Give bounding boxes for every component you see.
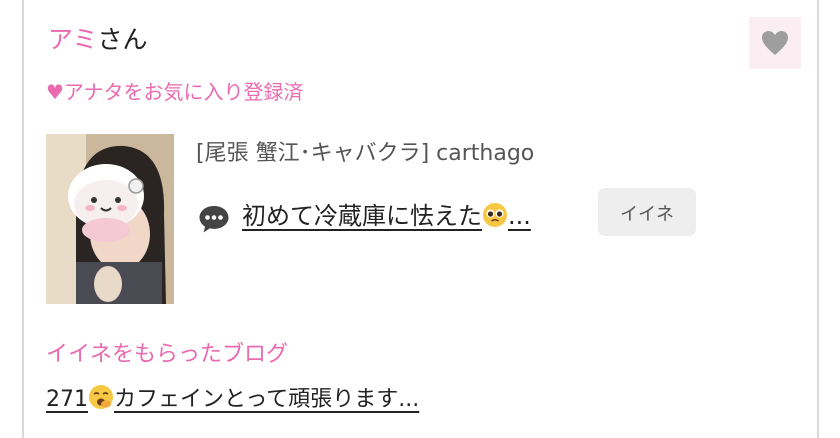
profile-photo[interactable] bbox=[46, 134, 174, 304]
latest-blog-link[interactable]: 初めて冷蔵庫に怯えた ... bbox=[242, 198, 531, 234]
liked-blogs-title: イイネをもらったブログ bbox=[46, 342, 289, 367]
girl-name-text: アミ bbox=[48, 25, 98, 54]
pleading-face-icon bbox=[483, 203, 507, 227]
girl-name: アミさん bbox=[48, 24, 148, 56]
profile-photo-image bbox=[46, 134, 174, 304]
latest-blog-title: 初めて冷蔵庫に怯えた bbox=[242, 202, 482, 230]
liked-blog-count: 271 bbox=[46, 387, 88, 412]
liked-blog-text: カフェインとって頑張ります... bbox=[114, 387, 420, 412]
liked-blog-item[interactable]: 271 カフェインとって頑張ります... bbox=[46, 384, 419, 415]
yawning-face-icon bbox=[89, 385, 113, 409]
favorite-button[interactable] bbox=[749, 17, 801, 69]
latest-blog-ellipsis: ... bbox=[508, 202, 531, 230]
favorite-status: ♥アナタをお気に入り登録済 bbox=[46, 80, 304, 104]
heart-icon bbox=[762, 31, 788, 55]
girl-name-suffix: さん bbox=[97, 25, 148, 54]
chat-bubble-icon bbox=[199, 206, 229, 233]
shop-info: [尾張 蟹江･キャバクラ] carthago bbox=[196, 141, 535, 166]
girl-card: アミさん ♥アナタをお気に入り登録済 [尾張 蟹江･キャバクラ] carthag… bbox=[22, 0, 819, 438]
like-button[interactable]: イイネ bbox=[598, 188, 696, 236]
